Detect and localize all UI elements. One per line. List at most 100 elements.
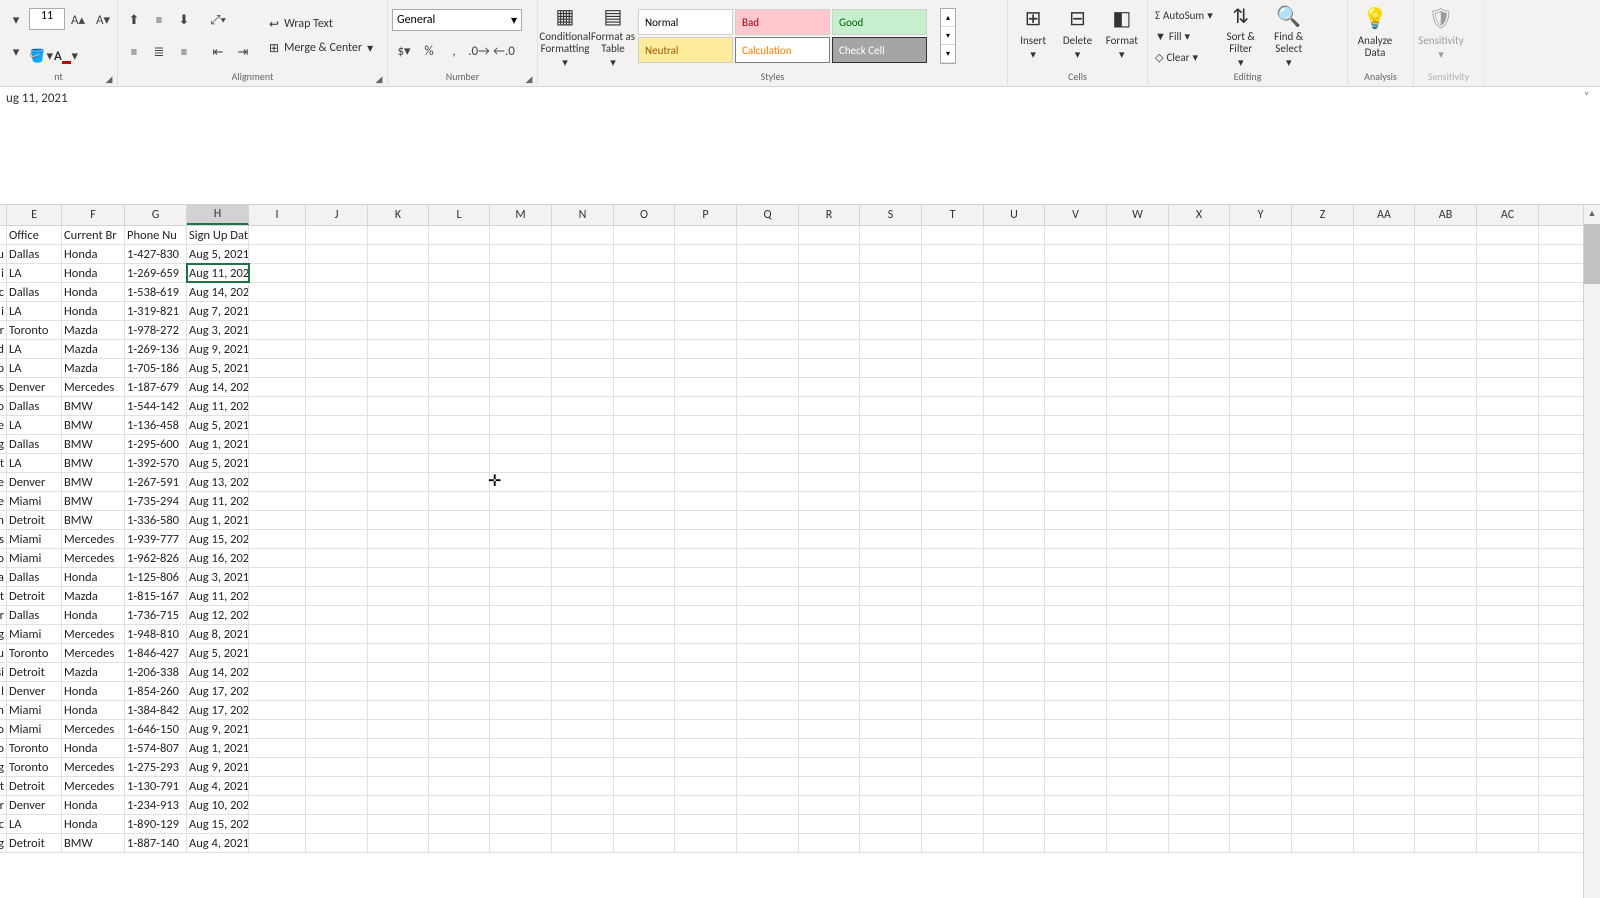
data-cell[interactable] <box>799 378 860 396</box>
data-cell[interactable] <box>860 701 922 719</box>
data-cell[interactable] <box>614 416 675 434</box>
data-cell[interactable] <box>675 264 737 282</box>
data-cell[interactable] <box>490 530 552 548</box>
header-cell-P[interactable] <box>675 226 737 244</box>
format-as-table-button[interactable]: ▤Format as Table▾ <box>590 3 636 69</box>
align-middle-button[interactable]: ≡ <box>147 8 171 32</box>
data-cell[interactable] <box>429 720 490 738</box>
data-cell[interactable] <box>984 758 1045 776</box>
data-cell[interactable] <box>675 549 737 567</box>
data-cell[interactable] <box>1477 245 1539 263</box>
data-cell[interactable] <box>1415 701 1477 719</box>
data-cell[interactable]: 1-705-186 <box>125 359 187 377</box>
data-cell[interactable] <box>306 511 368 529</box>
data-cell[interactable] <box>1169 625 1230 643</box>
column-header-N[interactable]: N <box>552 205 614 225</box>
data-cell[interactable] <box>1354 340 1415 358</box>
data-cell[interactable] <box>737 644 799 662</box>
data-cell[interactable] <box>984 454 1045 472</box>
data-cell[interactable] <box>1107 758 1169 776</box>
data-cell[interactable]: Miami <box>7 492 62 510</box>
data-cell[interactable] <box>1354 568 1415 586</box>
data-cell[interactable] <box>1415 682 1477 700</box>
data-cell[interactable]: Honda <box>62 568 125 586</box>
data-cell[interactable] <box>984 682 1045 700</box>
data-cell[interactable] <box>552 302 614 320</box>
data-cell[interactable] <box>1292 625 1354 643</box>
table-row[interactable]: oTorontoHonda1-574-807Aug 1, 2021 <box>0 739 1583 758</box>
data-cell[interactable] <box>490 701 552 719</box>
data-cell[interactable]: Aug 5, 2021 <box>187 359 249 377</box>
data-cell[interactable] <box>1477 264 1539 282</box>
data-cell[interactable] <box>799 796 860 814</box>
fill-button[interactable]: ▼Fill ▾ <box>1152 26 1216 46</box>
data-cell[interactable] <box>675 245 737 263</box>
data-cell[interactable] <box>922 682 984 700</box>
data-cell[interactable]: 1-206-338 <box>125 663 187 681</box>
data-cell[interactable] <box>1415 454 1477 472</box>
data-cell[interactable] <box>614 606 675 624</box>
data-cell[interactable] <box>249 245 306 263</box>
data-cell[interactable] <box>675 663 737 681</box>
column-header-E[interactable]: E <box>7 205 62 225</box>
data-cell[interactable] <box>860 359 922 377</box>
data-cell[interactable] <box>737 302 799 320</box>
data-cell[interactable] <box>1292 416 1354 434</box>
data-cell[interactable]: Honda <box>62 245 125 263</box>
data-cell[interactable] <box>1354 815 1415 833</box>
data-cell[interactable] <box>984 359 1045 377</box>
data-cell[interactable]: Dallas <box>7 283 62 301</box>
data-cell[interactable] <box>860 625 922 643</box>
table-row[interactable]: lDenverHonda1-854-260Aug 17, 2021 <box>0 682 1583 701</box>
data-cell[interactable] <box>1292 682 1354 700</box>
data-cell[interactable] <box>1292 283 1354 301</box>
table-row[interactable]: cDallasHonda1-538-619Aug 14, 2021 <box>0 283 1583 302</box>
data-cell[interactable] <box>1107 701 1169 719</box>
header-cell-AA[interactable] <box>1354 226 1415 244</box>
data-cell[interactable] <box>1230 625 1292 643</box>
data-cell[interactable] <box>1045 777 1107 795</box>
data-cell[interactable] <box>1230 511 1292 529</box>
header-cell-N[interactable] <box>552 226 614 244</box>
data-cell[interactable] <box>1477 359 1539 377</box>
data-cell[interactable] <box>922 264 984 282</box>
data-cell[interactable] <box>984 663 1045 681</box>
data-cell[interactable] <box>1415 568 1477 586</box>
data-cell[interactable] <box>1230 606 1292 624</box>
data-cell[interactable] <box>860 815 922 833</box>
data-cell[interactable] <box>922 644 984 662</box>
data-cell[interactable] <box>429 758 490 776</box>
data-cell[interactable]: 1-319-821 <box>125 302 187 320</box>
data-cell[interactable] <box>490 606 552 624</box>
table-row[interactable]: eDenverBMW1-267-591Aug 13, 2021 <box>0 473 1583 492</box>
data-cell[interactable] <box>1477 720 1539 738</box>
data-cell[interactable] <box>1354 720 1415 738</box>
data-cell[interactable] <box>860 454 922 472</box>
data-cell[interactable]: 1-890-129 <box>125 815 187 833</box>
data-cell[interactable]: Mercedes <box>62 777 125 795</box>
data-cell[interactable] <box>1354 454 1415 472</box>
data-cell[interactable] <box>306 302 368 320</box>
data-cell[interactable]: Aug 14, 2021 <box>187 378 249 396</box>
data-cell[interactable] <box>368 302 429 320</box>
column-header-H[interactable]: H <box>187 205 249 225</box>
data-cell[interactable] <box>860 264 922 282</box>
data-cell[interactable] <box>368 492 429 510</box>
data-cell[interactable] <box>368 606 429 624</box>
data-cell[interactable] <box>860 473 922 491</box>
table-row[interactable]: uTorontoMercedes1-846-427Aug 5, 2021 <box>0 644 1583 663</box>
table-row[interactable]: gMiamiMercedes1-948-810Aug 8, 2021 <box>0 625 1583 644</box>
data-cell[interactable] <box>1107 682 1169 700</box>
data-cell[interactable] <box>1230 302 1292 320</box>
header-cell-X[interactable] <box>1169 226 1230 244</box>
table-row[interactable]: nMiamiHonda1-384-842Aug 17, 2021 <box>0 701 1583 720</box>
data-cell[interactable] <box>799 587 860 605</box>
data-cell[interactable] <box>1477 530 1539 548</box>
vertical-scrollbar[interactable]: ▲ <box>1583 205 1600 898</box>
data-cell[interactable] <box>429 397 490 415</box>
table-row[interactable]: oDallasBMW1-544-142Aug 11, 2021 <box>0 397 1583 416</box>
data-cell[interactable] <box>1045 416 1107 434</box>
data-cell[interactable] <box>490 245 552 263</box>
table-row[interactable]: oMiamiMercedes1-646-150Aug 9, 2021 <box>0 720 1583 739</box>
data-cell[interactable] <box>922 454 984 472</box>
